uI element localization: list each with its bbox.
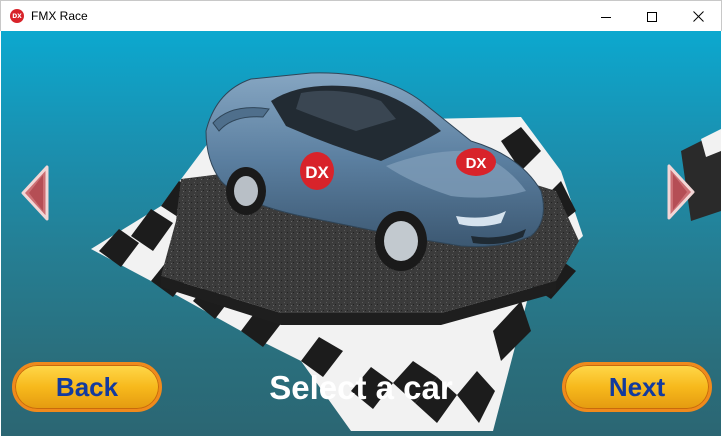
dx-badge-hood: DX: [456, 148, 496, 176]
close-button[interactable]: [675, 1, 721, 32]
svg-text:DX: DX: [305, 163, 329, 182]
app-icon: DX: [10, 9, 24, 23]
select-car-heading: Select a car: [269, 369, 453, 406]
arrow-left-icon: [21, 165, 49, 221]
maximize-icon: [647, 11, 657, 22]
close-icon: [692, 11, 704, 22]
arrow-right-icon: [667, 164, 695, 220]
window-title: FMX Race: [31, 9, 88, 23]
next-button[interactable]: Next: [562, 362, 712, 412]
minimize-button[interactable]: [583, 1, 629, 32]
dx-badge-door: DX: [300, 152, 334, 190]
game-viewport: DX DX Back Select a car Next: [1, 31, 721, 436]
next-car-arrow[interactable]: [667, 164, 695, 225]
title-bar: DX FMX Race: [0, 0, 722, 31]
svg-text:DX: DX: [466, 155, 487, 172]
maximize-button[interactable]: [629, 1, 675, 32]
back-button[interactable]: Back: [12, 362, 162, 412]
previous-car-arrow[interactable]: [21, 165, 49, 226]
window-controls: [583, 1, 721, 32]
minimize-icon: [601, 16, 611, 18]
